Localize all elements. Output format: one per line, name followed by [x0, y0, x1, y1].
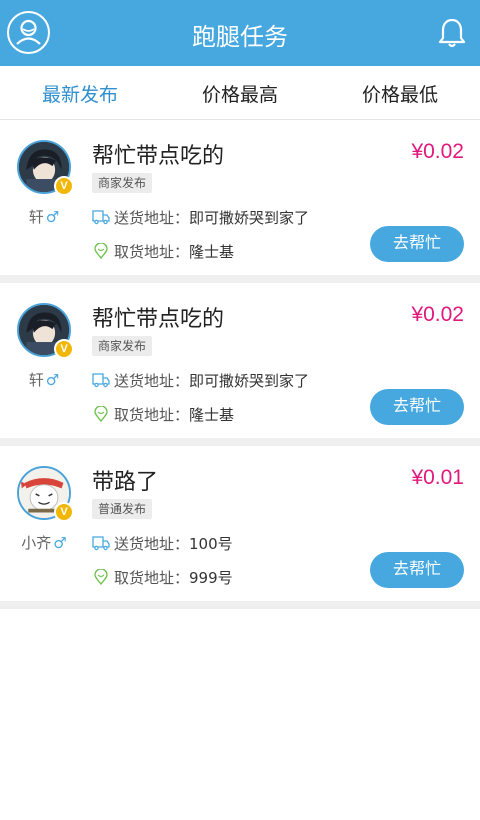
user-name: 小齐 ♂	[0, 532, 88, 553]
user-name: 轩 ♂	[0, 369, 88, 390]
verified-badge: V	[54, 502, 74, 522]
tab-price-high[interactable]: 价格最高	[160, 80, 320, 107]
verified-badge: V	[54, 339, 74, 359]
pickup-label: 取货地址：	[114, 406, 190, 424]
pickup-address: 取货地址：隆士基	[92, 241, 234, 262]
truck-icon	[92, 210, 110, 225]
task-title: 帮忙带点吃的	[92, 307, 225, 332]
task-card[interactable]: V 轩 ♂ 帮忙带点吃的 ¥0.02 商家发布 送货地址：即可撒娇哭到家了 取货地…	[0, 283, 480, 446]
publish-tag: 商家发布	[92, 173, 153, 193]
delivery-label: 送货地址：	[114, 209, 190, 227]
delivery-label: 送货地址：	[114, 535, 190, 553]
publish-tag: 普通发布	[92, 499, 153, 519]
pickup-value: 隆士基	[189, 243, 235, 261]
tab-latest[interactable]: 最新发布	[0, 80, 160, 107]
app-header: 跑腿任务	[0, 0, 480, 66]
location-pin-icon	[94, 569, 108, 585]
male-icon: ♂	[45, 371, 60, 389]
pickup-address: 取货地址：999号	[92, 567, 233, 588]
user-name-text: 轩	[28, 208, 44, 226]
page-title: 跑腿任务	[192, 23, 288, 51]
delivery-address: 送货地址：即可撒娇哭到家了	[92, 207, 309, 228]
pickup-value: 999号	[189, 569, 233, 587]
publish-tag: 商家发布	[92, 336, 153, 356]
task-price: ¥0.02	[411, 140, 464, 163]
location-pin-icon	[94, 243, 108, 259]
male-icon: ♂	[53, 534, 67, 552]
delivery-value: 即可撒娇哭到家了	[189, 372, 310, 390]
task-title: 帮忙带点吃的	[92, 144, 225, 169]
delivery-value: 100号	[189, 535, 233, 553]
task-card[interactable]: V 轩 ♂ 帮忙带点吃的 ¥0.02 商家发布 送货地址：即可撒娇哭到家了 取货地…	[0, 120, 480, 283]
delivery-address: 送货地址：100号	[92, 533, 233, 554]
task-list: V 轩 ♂ 帮忙带点吃的 ¥0.02 商家发布 送货地址：即可撒娇哭到家了 取货地…	[0, 120, 480, 609]
pickup-value: 隆士基	[189, 406, 235, 424]
task-price: ¥0.01	[411, 466, 464, 489]
tab-price-low[interactable]: 价格最低	[320, 80, 480, 107]
delivery-address: 送货地址：即可撒娇哭到家了	[92, 370, 309, 391]
male-icon: ♂	[45, 208, 60, 226]
task-title: 带路了	[92, 470, 159, 495]
sort-tabs: 最新发布 价格最高 价格最低	[0, 66, 480, 120]
help-button[interactable]: 去帮忙	[370, 226, 464, 262]
user-name-text: 小齐	[21, 534, 52, 552]
truck-icon	[92, 536, 110, 551]
delivery-label: 送货地址：	[114, 372, 190, 390]
pickup-label: 取货地址：	[114, 569, 190, 587]
bell-icon[interactable]	[438, 17, 466, 49]
help-button[interactable]: 去帮忙	[370, 389, 464, 425]
user-name: 轩 ♂	[0, 206, 88, 227]
location-pin-icon	[94, 406, 108, 422]
verified-badge: V	[54, 176, 74, 196]
help-button[interactable]: 去帮忙	[370, 552, 464, 588]
truck-icon	[92, 373, 110, 388]
pickup-address: 取货地址：隆士基	[92, 404, 234, 425]
delivery-value: 即可撒娇哭到家了	[189, 209, 310, 227]
user-name-text: 轩	[28, 371, 44, 389]
task-card[interactable]: V 小齐 ♂ 带路了 ¥0.01 普通发布 送货地址：100号 取货地址：999号…	[0, 446, 480, 609]
task-price: ¥0.02	[411, 303, 464, 326]
pickup-label: 取货地址：	[114, 243, 190, 261]
